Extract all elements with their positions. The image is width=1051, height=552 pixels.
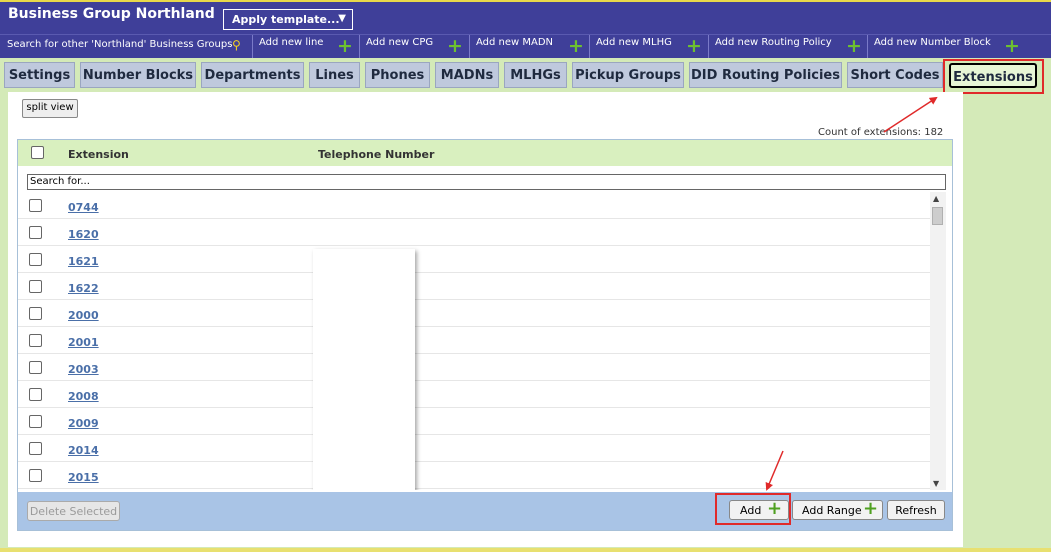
plus-icon: + xyxy=(1004,35,1020,57)
add-new-line-label: Add new line xyxy=(259,37,324,48)
plus-icon: + xyxy=(568,35,584,57)
tab-lines[interactable]: Lines xyxy=(309,62,360,88)
extension-link[interactable]: 1622 xyxy=(68,282,99,295)
add-new-mlhg-button[interactable]: Add new MLHG + xyxy=(589,35,708,59)
tab-number-blocks[interactable]: Number Blocks xyxy=(80,62,196,88)
table-row: 2009 xyxy=(18,408,930,435)
row-checkbox[interactable] xyxy=(29,334,42,347)
plus-icon: + xyxy=(863,498,879,519)
grid-rows: 0744 1620 1621 1622 2000 2001 2003 2008 … xyxy=(18,192,930,490)
action-bar: Search for other 'Northland' Business Gr… xyxy=(0,34,1051,59)
add-new-routing-policy-button[interactable]: Add new Routing Policy + xyxy=(708,35,867,59)
header-bar: Business Group Northland Apply template.… xyxy=(0,0,1051,34)
extension-link[interactable]: 2009 xyxy=(68,417,99,430)
select-all-checkbox[interactable] xyxy=(31,146,44,159)
extension-link[interactable]: 2001 xyxy=(68,336,99,349)
business-group-title: Business Group Northland xyxy=(8,6,215,22)
extension-link[interactable]: 1620 xyxy=(68,228,99,241)
extension-link[interactable]: 2003 xyxy=(68,363,99,376)
extension-link[interactable]: 1621 xyxy=(68,255,99,268)
plus-icon: + xyxy=(686,35,702,57)
extensions-panel: split view Count of extensions: 182 Exte… xyxy=(8,92,963,547)
add-new-cpg-button[interactable]: Add new CPG + xyxy=(359,35,469,59)
row-checkbox[interactable] xyxy=(29,199,42,212)
search-business-groups-label: Search for other 'Northland' Business Gr… xyxy=(7,39,233,50)
add-new-madn-label: Add new MADN xyxy=(476,37,554,48)
chevron-down-icon: ▼ xyxy=(338,13,346,24)
extension-link[interactable]: 2014 xyxy=(68,444,99,457)
column-header-telephone-number[interactable]: Telephone Number xyxy=(318,148,434,161)
tab-settings[interactable]: Settings xyxy=(4,62,75,88)
row-checkbox[interactable] xyxy=(29,253,42,266)
table-row: 1621 xyxy=(18,246,930,273)
row-checkbox[interactable] xyxy=(29,226,42,239)
tab-mlhgs[interactable]: MLHGs xyxy=(504,62,567,88)
scroll-down-icon[interactable]: ▼ xyxy=(933,479,939,488)
add-new-line-button[interactable]: Add new line + xyxy=(252,35,359,59)
add-new-mlhg-label: Add new MLHG xyxy=(596,37,672,48)
apply-template-dropdown[interactable]: Apply template... ▼ xyxy=(223,9,353,30)
refresh-button[interactable]: Refresh xyxy=(887,500,945,520)
split-view-button[interactable]: split view xyxy=(22,99,78,118)
redaction-overlay xyxy=(313,249,415,490)
extension-link[interactable]: 2000 xyxy=(68,309,99,322)
row-checkbox[interactable] xyxy=(29,415,42,428)
column-header-extension[interactable]: Extension xyxy=(68,148,129,161)
extension-link[interactable]: 2008 xyxy=(68,390,99,403)
extensions-grid: Extension Telephone Number Search for...… xyxy=(17,139,953,531)
annotation-highlight-box xyxy=(715,493,791,525)
tab-pickup-groups[interactable]: Pickup Groups xyxy=(572,62,684,88)
table-row: 1620 xyxy=(18,219,930,246)
apply-template-label: Apply template... xyxy=(232,13,340,26)
grid-header: Extension Telephone Number xyxy=(18,140,952,166)
grid-search-input[interactable]: Search for... xyxy=(27,174,946,190)
add-new-number-block-button[interactable]: Add new Number Block + xyxy=(867,35,1027,59)
scrollbar-thumb[interactable] xyxy=(932,207,943,225)
row-checkbox[interactable] xyxy=(29,442,42,455)
table-row: 2003 xyxy=(18,354,930,381)
add-new-routing-policy-label: Add new Routing Policy xyxy=(715,37,832,48)
scroll-up-icon[interactable]: ▲ xyxy=(933,194,939,203)
delete-selected-button[interactable]: Delete Selected xyxy=(27,501,120,521)
tab-departments[interactable]: Departments xyxy=(201,62,304,88)
table-row: 2001 xyxy=(18,327,930,354)
extension-link[interactable]: 0744 xyxy=(68,201,99,214)
plus-icon: + xyxy=(337,35,353,57)
row-checkbox[interactable] xyxy=(29,361,42,374)
table-row: 1622 xyxy=(18,273,930,300)
add-range-button[interactable]: Add Range + xyxy=(792,500,883,520)
extension-count: Count of extensions: 182 xyxy=(818,127,944,138)
table-row: 2015 xyxy=(18,462,930,489)
tab-short-codes[interactable]: Short Codes xyxy=(847,62,943,88)
tab-phones[interactable]: Phones xyxy=(365,62,430,88)
row-checkbox[interactable] xyxy=(29,388,42,401)
tab-bar: Settings Number Blocks Departments Lines… xyxy=(0,58,1051,94)
grid-footer: Delete Selected Add + Add Range + Refres… xyxy=(18,492,952,530)
add-new-madn-button[interactable]: Add new MADN + xyxy=(469,35,589,59)
add-range-label: Add Range xyxy=(802,504,862,517)
extension-link[interactable]: 2015 xyxy=(68,471,99,484)
annotation-highlight-box xyxy=(943,59,1044,94)
table-row: 2000 xyxy=(18,300,930,327)
plus-icon: + xyxy=(447,35,463,57)
tab-madns[interactable]: MADNs xyxy=(435,62,499,88)
add-new-cpg-label: Add new CPG xyxy=(366,37,434,48)
row-checkbox[interactable] xyxy=(29,280,42,293)
add-new-number-block-label: Add new Number Block xyxy=(874,37,991,48)
magnifier-icon: ⚲ xyxy=(232,38,241,52)
search-business-groups-link[interactable]: Search for other 'Northland' Business Gr… xyxy=(0,35,252,59)
vertical-scrollbar[interactable]: ▲ ▼ xyxy=(930,192,946,490)
table-row: 0744 xyxy=(18,192,930,219)
table-row: 2008 xyxy=(18,381,930,408)
row-checkbox[interactable] xyxy=(29,469,42,482)
row-checkbox[interactable] xyxy=(29,307,42,320)
table-row: 2014 xyxy=(18,435,930,462)
tab-did-routing-policies[interactable]: DID Routing Policies xyxy=(689,62,842,88)
plus-icon: + xyxy=(846,35,862,57)
